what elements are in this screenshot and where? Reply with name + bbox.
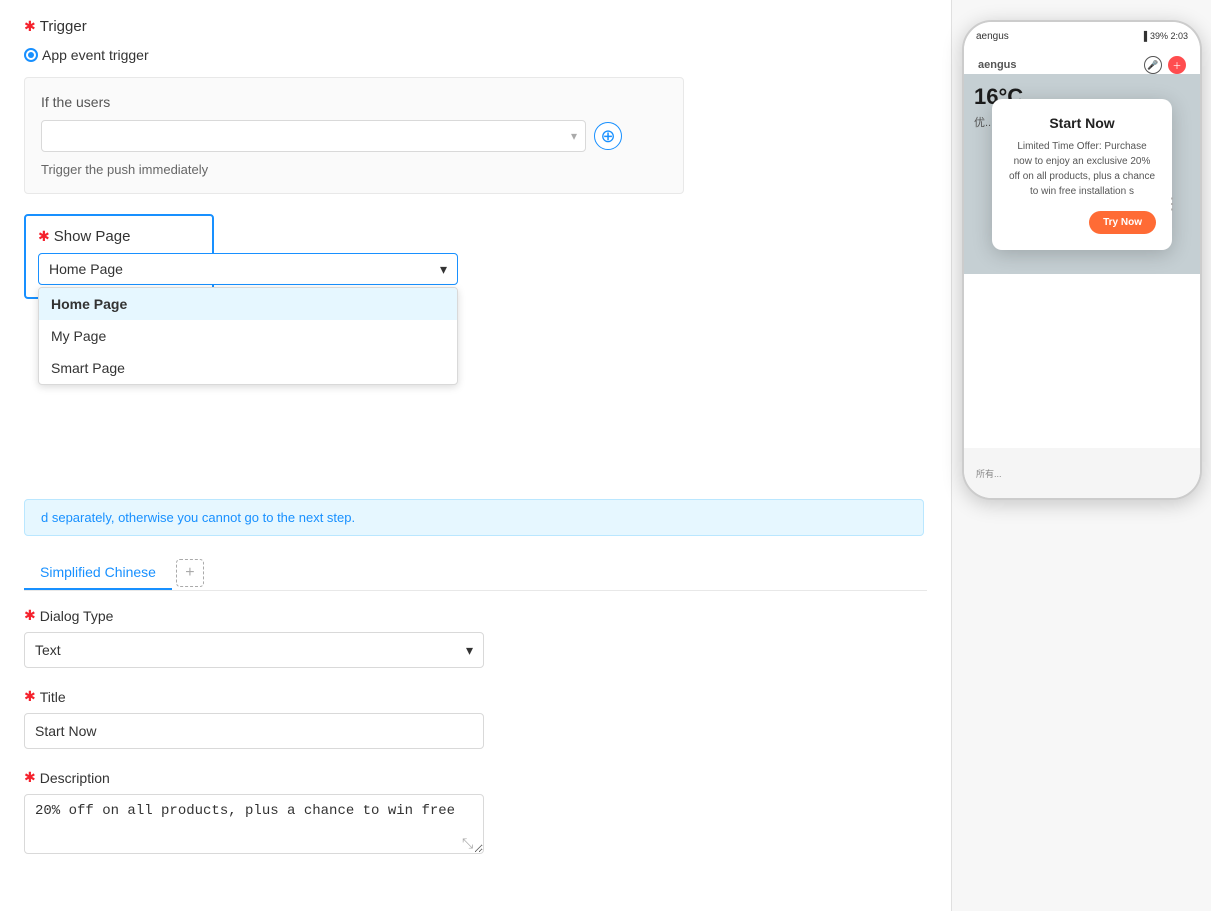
required-icon: ✱ xyxy=(24,18,36,35)
show-page-dropdown-wrapper: Home Page ▾ Home Page My Page Smart Page xyxy=(38,253,200,285)
tab-simplified-chinese[interactable]: Simplified Chinese xyxy=(24,556,172,590)
if-the-users-label: If the users xyxy=(41,94,667,110)
app-event-trigger-radio[interactable]: App event trigger xyxy=(24,47,927,63)
title-title: Title xyxy=(40,689,66,705)
dialog-type-group: ✱ Dialog Type Text ▾ xyxy=(24,607,924,668)
description-textarea[interactable]: 20% off on all products, plus a chance t… xyxy=(24,794,484,854)
description-group: ✱ Description 20% off on all products, p… xyxy=(24,769,924,857)
phone-battery-icon: ▐ xyxy=(1141,31,1147,41)
phone-app-name-status: aengus xyxy=(976,31,1009,42)
show-page-chevron-icon: ▾ xyxy=(440,261,447,278)
title-label: ✱ Title xyxy=(24,688,924,705)
dropdown-item-smart-page[interactable]: Smart Page xyxy=(39,352,457,384)
trigger-chevron-icon: ▾ xyxy=(571,129,577,143)
show-page-section: ✱ Show Page Home Page ▾ Home Page My Pag… xyxy=(24,214,214,299)
description-textarea-wrapper: 20% off on all products, plus a chance t… xyxy=(24,794,484,857)
trigger-select[interactable]: ▾ xyxy=(41,120,586,152)
title-input[interactable] xyxy=(24,713,484,749)
show-page-label: Show Page xyxy=(54,228,131,245)
phone-mic-icon: 🎤 xyxy=(1144,56,1162,74)
show-page-area: ✱ Show Page Home Page ▾ Home Page My Pag… xyxy=(24,214,927,299)
phone-frame: aengus ▐ 39% 2:03 aengus 🎤 ＋ 16°C xyxy=(962,20,1202,500)
trigger-description: Trigger the push immediately xyxy=(41,162,667,177)
left-panel: ✱ Trigger App event trigger If the users… xyxy=(0,0,951,911)
dialog-type-select[interactable]: Text ▾ xyxy=(24,632,484,668)
phone-modal-btn-wrapper: Try Now xyxy=(1008,211,1156,234)
phone-modal: Start Now Limited Time Offer: Purchase n… xyxy=(992,99,1172,250)
add-tab-button[interactable]: + xyxy=(176,559,204,587)
dialog-type-chevron-icon: ▾ xyxy=(466,642,473,659)
title-group: ✱ Title xyxy=(24,688,924,749)
description-required-icon: ✱ xyxy=(24,769,36,786)
show-page-title: ✱ Show Page xyxy=(38,228,200,245)
info-banner-text: d separately, otherwise you cannot go to… xyxy=(41,510,355,525)
phone-add-icon: ＋ xyxy=(1168,56,1186,74)
show-page-required-icon: ✱ xyxy=(38,228,50,245)
phone-app-bar-wrapper: aengus 🎤 ＋ xyxy=(964,50,1200,74)
phone-bottom-area: 所有... xyxy=(964,448,1200,498)
phone-app-name-label: aengus xyxy=(978,59,1017,71)
phone-app-bar: aengus 🎤 ＋ xyxy=(974,56,1190,74)
show-page-selected-value: Home Page xyxy=(49,261,123,277)
trigger-label: Trigger xyxy=(40,18,87,35)
phone-status-right: ▐ 39% 2:03 xyxy=(1141,31,1188,41)
tabs-row: Simplified Chinese + xyxy=(24,556,927,591)
dialog-type-label: ✱ Dialog Type xyxy=(24,607,924,624)
title-required-icon: ✱ xyxy=(24,688,36,705)
dialog-type-selected: Text xyxy=(35,642,61,658)
phone-content-area: 16°C 优... Start Now Limited Time Offer: … xyxy=(964,74,1200,274)
trigger-box: If the users ▾ ⊕ Trigger the push immedi… xyxy=(24,77,684,194)
show-page-dropdown-menu: Home Page My Page Smart Page xyxy=(38,287,458,385)
phone-icons: 🎤 ＋ xyxy=(1144,56,1186,74)
more-options-icon[interactable]: ⋮ xyxy=(1164,194,1182,214)
add-trigger-button[interactable]: ⊕ xyxy=(594,122,622,150)
dropdown-item-my-page[interactable]: My Page xyxy=(39,320,457,352)
phone-modal-try-now-button[interactable]: Try Now xyxy=(1089,211,1156,234)
form-area: ✱ Dialog Type Text ▾ ✱ Title ✱ xyxy=(24,591,924,893)
dialog-type-title: Dialog Type xyxy=(40,608,114,624)
radio-dot xyxy=(24,48,38,62)
info-banner: d separately, otherwise you cannot go to… xyxy=(24,499,924,536)
phone-battery-percent: 39% 2:03 xyxy=(1150,31,1188,41)
dialog-type-required-icon: ✱ xyxy=(24,607,36,624)
right-panel: aengus ▐ 39% 2:03 aengus 🎤 ＋ 16°C xyxy=(951,0,1211,911)
expand-icon[interactable]: ⤡ xyxy=(462,835,478,851)
phone-status-bar: aengus ▐ 39% 2:03 xyxy=(964,22,1200,50)
show-page-select[interactable]: Home Page ▾ xyxy=(38,253,458,285)
phone-bottom-text: 所有... xyxy=(976,467,1002,480)
description-label: ✱ Description xyxy=(24,769,924,786)
page-wrapper: ✱ Trigger App event trigger If the users… xyxy=(0,0,1211,911)
description-title: Description xyxy=(40,770,110,786)
trigger-section-title: ✱ Trigger xyxy=(24,18,927,35)
app-event-trigger-label: App event trigger xyxy=(42,47,149,63)
dropdown-item-home-page[interactable]: Home Page xyxy=(39,288,457,320)
phone-modal-desc: Limited Time Offer: Purchase now to enjo… xyxy=(1008,139,1156,199)
phone-modal-title: Start Now xyxy=(1008,115,1156,131)
trigger-select-row: ▾ ⊕ xyxy=(41,120,667,152)
phone-modal-overlay: Start Now Limited Time Offer: Purchase n… xyxy=(964,74,1200,274)
